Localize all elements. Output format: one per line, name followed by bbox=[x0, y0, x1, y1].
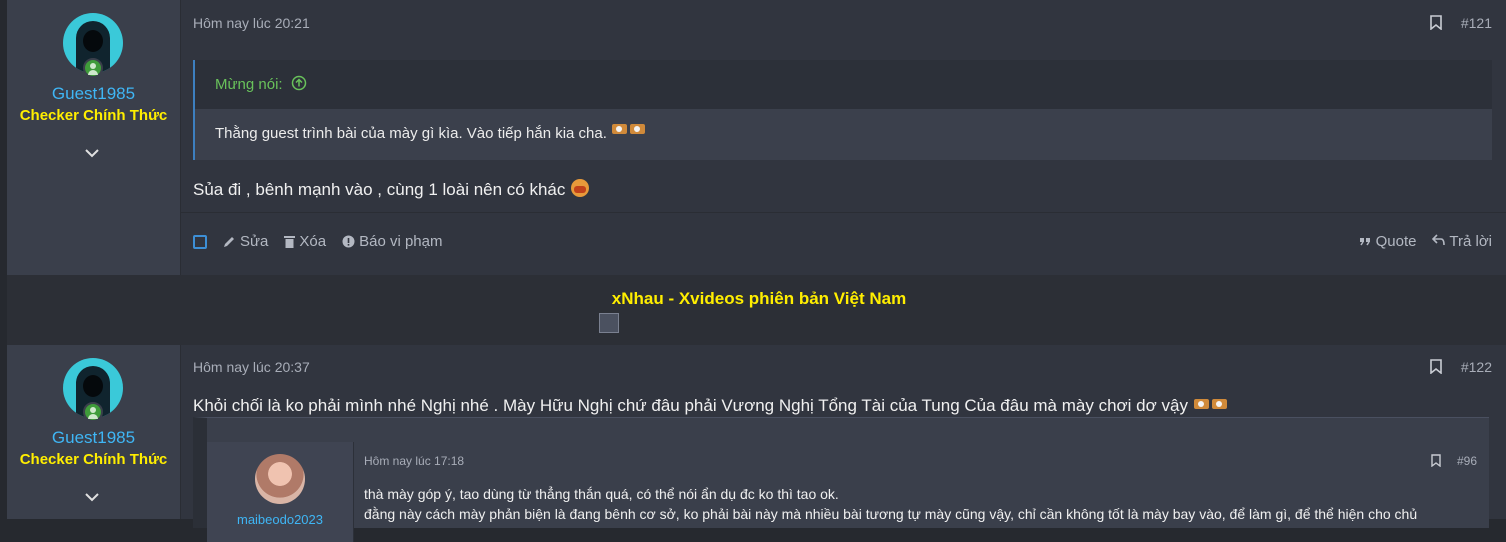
post-message: Sủa đi , bênh mạnh vào , cùng 1 loài nên… bbox=[193, 178, 590, 203]
select-checkbox[interactable] bbox=[193, 234, 207, 249]
quote-author[interactable]: Mừng nói: bbox=[215, 76, 283, 93]
embedded-user-column: maibeodo2023 bbox=[207, 442, 354, 542]
pencil-icon bbox=[224, 237, 234, 247]
avatar[interactable] bbox=[255, 454, 305, 504]
user-title: Checker Chính Thức bbox=[19, 451, 168, 468]
delete-button[interactable]: Xóa bbox=[284, 233, 326, 250]
post-timestamp[interactable]: Hôm nay lúc 20:37 bbox=[193, 359, 310, 375]
embedded-username[interactable]: maibeodo2023 bbox=[207, 512, 353, 527]
embedded-line-2: đằng này cách mày phản biện là đang bênh… bbox=[364, 506, 1418, 522]
quote-block: Mừng nói: Thằng guest trình bài của mày … bbox=[193, 60, 1492, 160]
bookmark-icon[interactable] bbox=[1431, 454, 1441, 467]
embedded-post-number[interactable]: #96 bbox=[1457, 454, 1477, 468]
reply-label: Trả lời bbox=[1449, 233, 1492, 250]
chevron-down-icon[interactable] bbox=[83, 488, 101, 506]
emoji-icon bbox=[1193, 395, 1229, 418]
reply-icon bbox=[1432, 234, 1446, 246]
online-status-icon bbox=[83, 58, 103, 78]
chevron-down-icon[interactable] bbox=[83, 144, 101, 162]
emoji-icon bbox=[570, 178, 590, 203]
emoji-icon bbox=[611, 109, 647, 159]
trash-icon bbox=[284, 236, 296, 248]
bookmark-icon[interactable] bbox=[1430, 359, 1442, 374]
report-button[interactable]: Báo vi phạm bbox=[342, 233, 442, 250]
ad-image[interactable] bbox=[599, 313, 619, 333]
post-number[interactable]: #121 bbox=[1461, 15, 1492, 31]
post-main: Hôm nay lúc 20:37 #122 Khỏi chối là ko p… bbox=[181, 345, 1506, 542]
username[interactable]: Guest1985 bbox=[7, 428, 180, 448]
reply-button[interactable]: Trả lời bbox=[1432, 233, 1492, 250]
post-message-text: Sủa đi , bênh mạnh vào , cùng 1 loài nên… bbox=[193, 179, 566, 199]
post-121: Guest1985 Checker Chính Thức Hôm nay lúc… bbox=[7, 0, 1506, 275]
embedded-main: Hôm nay lúc 17:18 #96 thà mày góp ý, tao… bbox=[354, 442, 1489, 528]
quote-icon bbox=[1360, 238, 1371, 246]
post-122: Guest1985 Checker Chính Thức Hôm nay lúc… bbox=[7, 345, 1506, 542]
arrow-up-circle-icon[interactable] bbox=[291, 75, 307, 91]
embedded-line-1: thà mày góp ý, tao dùng từ thẳng thắn qu… bbox=[364, 486, 839, 502]
delete-label: Xóa bbox=[299, 233, 327, 250]
post-actions: Sửa Xóa Báo vi phạm bbox=[193, 233, 442, 250]
post-main: Hôm nay lúc 20:21 #121 Mừng nói: Thằng g… bbox=[181, 0, 1506, 275]
quote-body: Thằng guest trình bài của mày gì kìa. Và… bbox=[195, 109, 1492, 159]
embedded-timestamp[interactable]: Hôm nay lúc 17:18 bbox=[364, 454, 464, 468]
quote-label: Quote bbox=[1375, 233, 1417, 250]
quote-button[interactable]: Quote bbox=[1359, 233, 1416, 250]
edit-label: Sửa bbox=[240, 233, 269, 250]
ad-banner: xNhau - Xvideos phiên bản Việt Nam bbox=[7, 275, 1506, 345]
user-column: Guest1985 Checker Chính Thức bbox=[7, 0, 181, 275]
report-label: Báo vi phạm bbox=[359, 233, 443, 250]
embedded-text: thà mày góp ý, tao dùng từ thẳng thắn qu… bbox=[364, 484, 1417, 524]
post-message-text: Khỏi chối là ko phải mình nhé Nghị nhé .… bbox=[193, 395, 1188, 415]
quote-text: Thằng guest trình bài của mày gì kìa. Và… bbox=[215, 125, 607, 142]
user-title: Checker Chính Thức bbox=[19, 107, 168, 124]
alert-circle-icon bbox=[342, 235, 355, 248]
edit-button[interactable]: Sửa bbox=[223, 233, 268, 250]
embedded-post: maibeodo2023 Hôm nay lúc 17:18 #96 thà m… bbox=[193, 417, 1489, 542]
username[interactable]: Guest1985 bbox=[7, 84, 180, 104]
post-message: Khỏi chối là ko phải mình nhé Nghị nhé .… bbox=[193, 395, 1229, 418]
online-status-icon bbox=[83, 402, 103, 422]
ad-link[interactable]: xNhau - Xvideos phiên bản Việt Nam bbox=[7, 289, 1506, 309]
divider bbox=[181, 212, 1506, 213]
user-column: Guest1985 Checker Chính Thức bbox=[7, 345, 181, 519]
quote-header[interactable]: Mừng nói: bbox=[195, 60, 1492, 109]
post-number[interactable]: #122 bbox=[1461, 359, 1492, 375]
post-actions-right: Quote Trả lời bbox=[1359, 233, 1492, 250]
bookmark-icon[interactable] bbox=[1430, 15, 1442, 30]
post-timestamp[interactable]: Hôm nay lúc 20:21 bbox=[193, 15, 310, 31]
